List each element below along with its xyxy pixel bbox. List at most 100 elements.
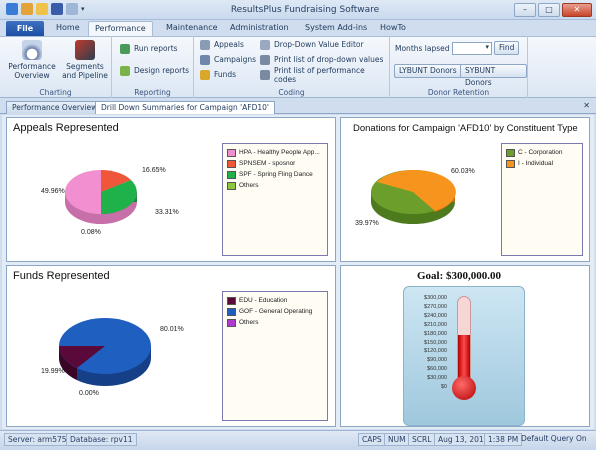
print-dropdown-values-button[interactable]: Print list of drop-down values [260,53,383,66]
group-label-charting: Charting [39,88,72,97]
window-title: ResultsPlus Fundraising Software [230,5,380,15]
appeals-title: Appeals Represented [13,122,119,134]
thermometer-tick-label: $60,000 [427,366,447,373]
goal-title: Goal: $300,000.00 [417,270,502,282]
thermometer-tick-label: $270,000 [424,303,447,310]
group-charting: Performance Overview Segments and Pipeli… [0,36,112,98]
appeals-button[interactable]: Appeals [200,38,244,51]
dropdown-value-editor-button[interactable]: Drop-Down Value Editor [260,38,364,51]
legend-item: EDU - Education [223,295,327,306]
funds-panel: Funds Represented 80.01% 19.99% 0.00% ED… [6,265,336,427]
segments-pipeline-button[interactable]: Segments and Pipeline [60,40,110,80]
appeals-panel: Appeals Represented 16.65% 33.31% 0.08% … [6,117,336,262]
months-lapsed-label: Months lapsed [395,44,450,53]
legend-item: SPF - Spring Fling Dance [223,169,327,180]
pencil-icon [120,65,130,76]
print-performance-codes-button[interactable]: Print list of performance codes [260,66,389,84]
legend-swatch [227,318,236,327]
thermometer-tick-label: $90,000 [427,357,447,364]
appeals-label-b: 33.31% [155,209,179,216]
legend-swatch [227,170,236,179]
query-status: Default Query On [521,434,587,443]
find-button[interactable]: Find [494,41,520,55]
legend-item: GOF - General Operating [223,306,327,317]
thermometer-tick-label: $180,000 [424,330,447,337]
thermometer-tick-label: $30,000 [427,375,447,382]
chart-icon [120,43,130,54]
time-status: 1:38 PM [484,433,523,446]
design-reports-button[interactable]: Design reports [120,64,189,77]
tab-home[interactable]: Home [56,23,80,32]
thermometer-bulb [452,376,476,400]
app-icon[interactable] [6,3,18,15]
performance-overview-button[interactable]: Performance Overview [6,40,58,80]
funds-label-c: 0.00% [79,390,99,397]
thermometer-tick-label: $0 [440,384,447,390]
printer-icon [260,69,270,80]
thermometer-tick-label: $120,000 [424,348,447,355]
appeals-legend: HPA - Healthy People App... SPNSEM - spo… [222,143,328,256]
donations-title: Donations for Campaign 'AFD10' by Consti… [353,123,578,134]
campaigns-button[interactable]: Campaigns [200,53,256,66]
thermometer-tick-label: $150,000 [424,339,447,346]
database-status: Database: rpv11 [66,433,137,446]
qat-dropdown-icon[interactable]: ▾ [81,3,89,15]
legend-swatch [506,148,515,157]
thermometer-tick-label: $240,000 [424,312,447,319]
minimize-button[interactable]: – [514,3,536,17]
legend-swatch [227,296,236,305]
donations-panel: Donations for Campaign 'AFD10' by Consti… [340,117,590,262]
group-label-coding: Coding [278,88,305,97]
group-reporting: Run reports Design reports Reporting [112,36,194,98]
legend-swatch [227,159,236,168]
server-status: Server: arm5750 [4,433,76,446]
tab-file[interactable]: File [6,21,44,36]
group-donor-retention: Months lapsed ▾ Find LYBUNT Donors SYBUN… [390,36,528,98]
appeals-label-d: 49.96% [41,188,65,195]
funds-button[interactable]: Funds [200,68,236,81]
close-button[interactable]: ✕ [562,3,592,17]
save-icon[interactable] [51,3,63,15]
funds-legend: EDU - Education GOF - General Operating … [222,291,328,421]
appeals-label-c: 0.08% [81,229,101,236]
doc-tab-performance-overview[interactable]: Performance Overview [6,101,104,114]
doc-tab-drill-down[interactable]: Drill Down Summaries for Campaign 'AFD10… [95,101,275,114]
thermometer-tick-label: $300,000 [424,295,447,301]
num-indicator: NUM [384,433,410,446]
cloud-icon[interactable] [66,3,78,15]
legend-item: HPA - Healthy People App... [223,147,327,158]
printer-icon [260,54,270,65]
legend-swatch [506,159,515,168]
close-doc-icon[interactable]: ✕ [583,101,590,110]
thermometer-tick-label: $210,000 [424,321,447,328]
months-lapsed-dropdown[interactable]: ▾ [452,42,492,55]
maximize-button[interactable]: □ [538,3,560,17]
tab-administration[interactable]: Administration [230,23,289,32]
sybunt-donors-button[interactable]: SYBUNT Donors [460,64,527,87]
tab-performance[interactable]: Performance [88,21,153,37]
funds-title: Funds Represented [13,270,110,282]
legend-item: I - Individual [502,158,582,169]
caps-indicator: CAPS [358,433,386,446]
donations-label-a: 60.03% [451,168,475,175]
group-coding: Appeals Campaigns Funds Drop-Down Value … [194,36,390,98]
quick-access-toolbar: ▾ [6,3,89,15]
lybunt-donors-button[interactable]: LYBUNT Donors [394,64,462,78]
funds-pie-chart [59,318,151,386]
legend-item: SPNSEM - sposnor [223,158,327,169]
list-edit-icon [260,39,270,50]
donations-label-b: 39.97% [355,220,379,227]
donations-legend: C - Corporation I - Individual [501,143,583,256]
group-label-reporting: Reporting [134,88,171,97]
legend-item: Others [223,317,327,328]
folder-icon[interactable] [36,3,48,15]
tab-system-addins[interactable]: System Add-ins [305,23,367,32]
tab-maintenance[interactable]: Maintenance [166,23,218,32]
gauge-icon [22,40,42,60]
legend-swatch [227,148,236,157]
legend-swatch [227,181,236,190]
user-icon[interactable] [21,3,33,15]
tab-howto[interactable]: HowTo [380,23,406,32]
goal-panel: Goal: $300,000.00 $300,000 $270,000 $240,0… [340,265,590,427]
run-reports-button[interactable]: Run reports [120,42,178,55]
